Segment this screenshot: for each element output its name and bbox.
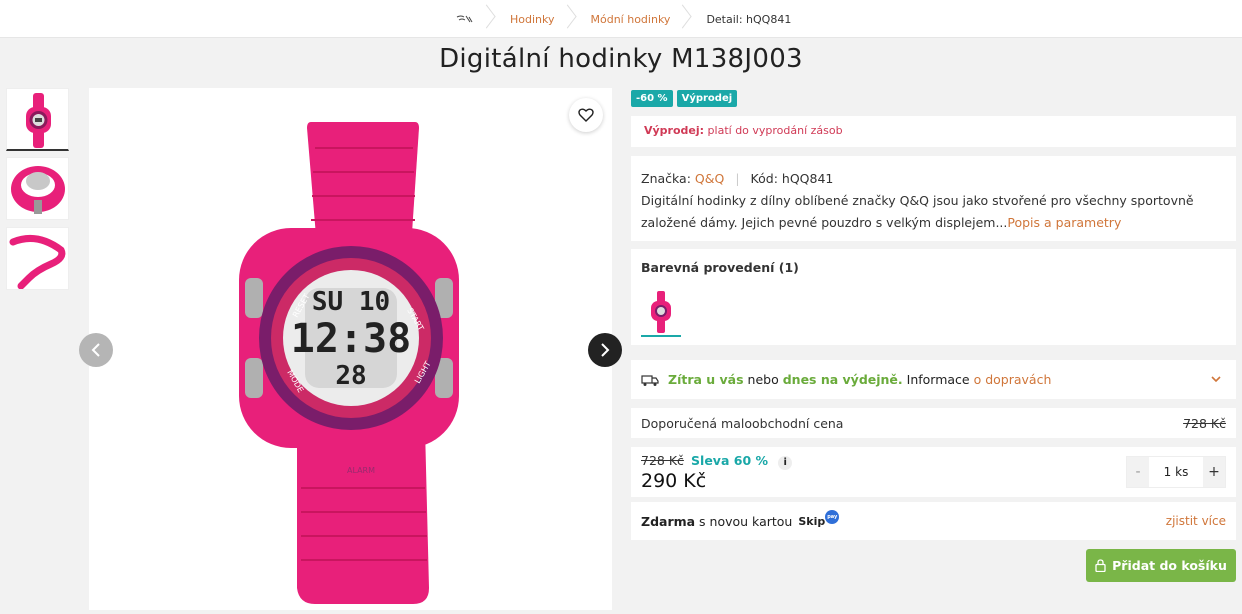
breadcrumb: Hodinky Módní hodinky Detail: hQQ841: [450, 0, 813, 38]
product-code: hQQ841: [781, 171, 834, 186]
skip-logo-text: Skip: [798, 514, 826, 528]
description-link[interactable]: Popis a parametry: [1007, 215, 1121, 230]
watch-variant-image: [651, 291, 671, 333]
product-description-panel: Značka: Q&Q | Kód: hQQ841 Digitální hodi…: [631, 156, 1236, 241]
sale-label: Výprodej:: [644, 124, 705, 137]
old-price: 728 Kč: [641, 453, 684, 468]
svg-text:SU 10: SU 10: [312, 287, 390, 317]
quantity-input[interactable]: 1 ks: [1149, 457, 1203, 487]
promo-text: s novou kartou: [695, 513, 793, 529]
divider: |: [735, 171, 740, 186]
next-image-button[interactable]: [588, 333, 622, 367]
info-icon[interactable]: i: [778, 456, 793, 470]
delivery-or: nebo: [743, 372, 783, 387]
discount-badge: -60 %: [631, 90, 673, 107]
discount-label: Sleva 60 %: [691, 453, 769, 468]
brand-link[interactable]: Q&Q: [695, 171, 724, 186]
add-to-cart-button[interactable]: Přidat do košíku: [1086, 549, 1236, 582]
breadcrumb-item-hodinky[interactable]: Hodinky: [496, 0, 577, 38]
color-variants-panel: Barevná provedení (1): [631, 249, 1236, 345]
delivery-tomorrow: Zítra u vás: [668, 372, 744, 387]
breadcrumb-item-detail: Detail: hQQ841: [706, 12, 792, 26]
rrp-label: Doporučená maloobchodní cena: [641, 415, 844, 431]
promo-free-label: Zdarma: [641, 513, 696, 529]
previous-image-button[interactable]: [79, 333, 113, 367]
home-breadcrumb-link[interactable]: [450, 0, 496, 38]
chevron-right-icon: [601, 343, 610, 357]
pay-badge: pay: [825, 510, 840, 524]
home-logo-icon: [456, 15, 473, 23]
watch-front-thumbnail-image: [26, 93, 51, 148]
variant-pink-thumbnail[interactable]: [641, 289, 681, 337]
recommended-price-row: Doporučená maloobchodní cena 728 Kč: [631, 408, 1236, 438]
main-product-image[interactable]: ALARM SU 10 12:38 28 RESET START MODE LI…: [89, 88, 612, 610]
page-title: Digitální hodinky M138J003: [439, 44, 803, 74]
product-badges: -60 % Výprodej: [631, 90, 738, 107]
breadcrumb-item-modni-hodinky[interactable]: Módní hodinky: [577, 0, 693, 38]
learn-more-link[interactable]: zjistit více: [1166, 514, 1226, 528]
thumbnail-strap[interactable]: [6, 227, 69, 290]
delivery-info-label: Informace: [902, 372, 974, 387]
sale-badge: Výprodej: [676, 90, 738, 107]
variants-title: Barevná provedení (1): [641, 260, 799, 275]
watch-side-thumbnail-image: [11, 166, 65, 214]
thumbnail-side[interactable]: [6, 157, 69, 220]
chevron-down-icon: [1211, 376, 1221, 383]
delivery-today-pickup: dnes na výdejně.: [782, 372, 903, 387]
delivery-info[interactable]: Zítra u vás nebo dnes na výdejně. Inform…: [631, 360, 1236, 399]
watch-image: ALARM SU 10 12:38 28 RESET START MODE LI…: [239, 122, 459, 604]
heart-icon: [578, 108, 594, 122]
svg-text:28: 28: [335, 361, 366, 391]
add-to-cart-label: Přidat do košíku: [1112, 558, 1227, 573]
quantity-increase-button[interactable]: +: [1203, 457, 1225, 487]
loyalty-promo: Zdarma s novou kartou Skip pay zjistit ví…: [631, 502, 1236, 540]
svg-text:12:38: 12:38: [291, 316, 411, 362]
delivery-link[interactable]: o dopravách: [974, 372, 1052, 387]
watch-strap-thumbnail-image: [9, 234, 66, 289]
rrp-value: 728 Kč: [1183, 415, 1226, 431]
chevron-left-icon: [91, 343, 100, 357]
sale-text: platí do vyprodání zásob: [707, 124, 843, 137]
svg-text:ALARM: ALARM: [347, 466, 375, 475]
code-label: Kód:: [750, 171, 778, 186]
brand-label: Značka:: [641, 171, 691, 186]
thumbnail-front[interactable]: [6, 88, 69, 151]
skip-pay-logo: Skip pay: [798, 510, 840, 528]
lock-icon: [1095, 559, 1106, 572]
quantity-decrease-button[interactable]: -: [1127, 457, 1149, 487]
price-panel: 728 Kč Sleva 60 % i 290 Kč - 1 ks +: [631, 447, 1236, 497]
quantity-stepper: - 1 ks +: [1126, 456, 1226, 488]
top-bar: Hodinky Módní hodinky Detail: hQQ841: [0, 0, 1242, 38]
sale-notice: Výprodej: platí do vyprodání zásob: [631, 116, 1236, 147]
truck-icon: [641, 374, 659, 386]
add-to-favorites-button[interactable]: [569, 98, 603, 132]
